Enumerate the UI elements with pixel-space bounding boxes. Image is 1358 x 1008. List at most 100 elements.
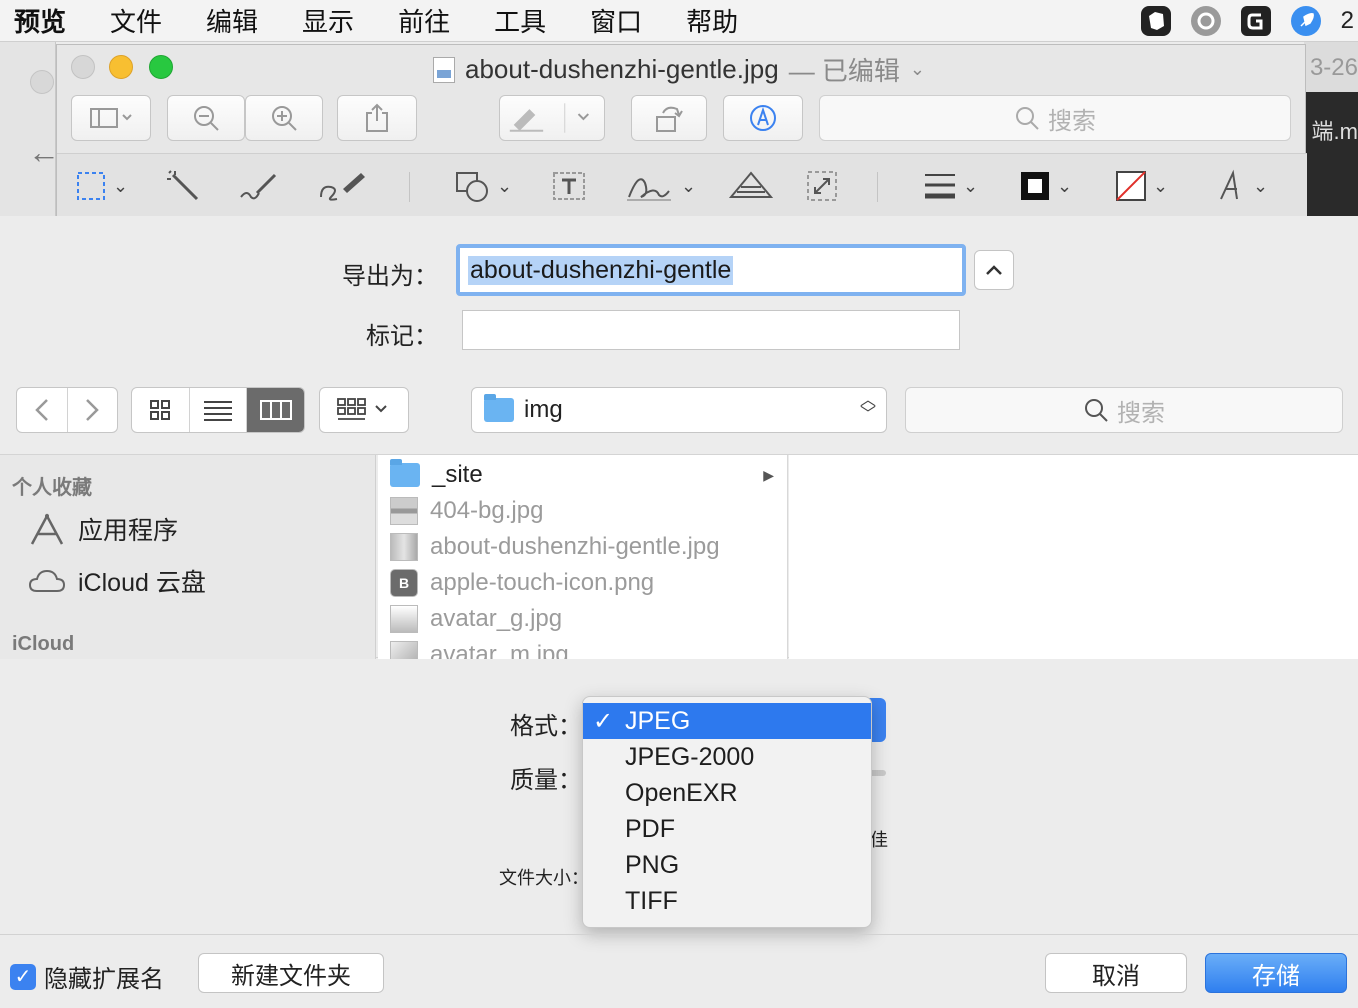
- draw-tool[interactable]: [317, 168, 369, 204]
- sidebar-item-label: 应用程序: [78, 517, 179, 545]
- text-box-icon: [553, 172, 585, 200]
- sidebar-item-icloud-drive[interactable]: iCloud 云盘: [28, 563, 206, 599]
- title-bar: about-dushenzhi-gentle.jpg — 已编辑 ⌄: [57, 45, 1305, 91]
- chevron-down-icon: ⌄: [681, 175, 697, 196]
- format-option-png[interactable]: PNG: [583, 847, 871, 883]
- image-thumbnail-icon: [390, 533, 418, 561]
- shapes-tool[interactable]: ⌄: [455, 168, 512, 204]
- file-name: apple-touch-icon.png: [430, 569, 655, 596]
- format-option-label: PNG: [625, 850, 680, 879]
- menu-app-preview[interactable]: 预览: [14, 2, 66, 39]
- instant-alpha-tool[interactable]: [165, 168, 201, 204]
- background-date-text: 3-26: [1309, 54, 1358, 81]
- save-button[interactable]: 存储: [1205, 953, 1347, 993]
- chevron-down-icon: ⌄: [963, 175, 979, 196]
- format-option-label: TIFF: [625, 886, 678, 915]
- rotate-button[interactable]: [631, 95, 707, 141]
- file-size-label: 文件大小：: [499, 868, 589, 888]
- chevron-down-icon: ⌄: [1253, 175, 1269, 196]
- format-option-tiff[interactable]: TIFF: [583, 883, 871, 919]
- evernote-icon[interactable]: [1140, 6, 1171, 36]
- folder-icon: [484, 394, 514, 422]
- hide-extension-label: 隐藏扩展名: [44, 966, 164, 993]
- g-icon[interactable]: [1240, 6, 1271, 36]
- fill-color-tool[interactable]: ⌄: [1115, 168, 1168, 204]
- menu-file[interactable]: 文件: [110, 2, 162, 39]
- checkmark-icon: ✓: [593, 707, 614, 735]
- expand-collapse-button[interactable]: [974, 250, 1014, 290]
- list-item: about-dushenzhi-gentle.jpg: [390, 529, 780, 565]
- format-option-pdf[interactable]: PDF: [583, 811, 871, 847]
- sidebar-item-applications[interactable]: 应用程序: [28, 511, 178, 547]
- line-style-tool[interactable]: ⌄: [923, 168, 978, 204]
- cancel-button[interactable]: 取消: [1045, 953, 1187, 993]
- menu-tools[interactable]: 工具: [494, 2, 546, 39]
- adjust-color-tool[interactable]: [729, 168, 775, 204]
- updown-chevron-icon: ︿ ﹀: [859, 392, 876, 423]
- zoom-button[interactable]: [149, 55, 173, 79]
- file-name: avatar_g.jpg: [430, 605, 563, 632]
- location-popup[interactable]: img ︿ ﹀: [471, 387, 887, 433]
- prism-icon: [729, 171, 774, 198]
- sheet-search-placeholder: 搜索: [1117, 399, 1165, 427]
- minimize-button[interactable]: [109, 55, 133, 79]
- list-item[interactable]: _site ▶: [390, 457, 780, 493]
- border-color-tool[interactable]: ⌄: [1019, 168, 1072, 204]
- arrange-group: [319, 387, 409, 433]
- applications-icon: [30, 513, 64, 545]
- share-button[interactable]: [337, 95, 417, 141]
- export-sheet: 导出为： about-dushenzhi-gentle 标记： img ︿ ﹀ …: [0, 216, 1358, 1008]
- file-column: _site ▶ 404-bg.jpg about-dushenzhi-gentl…: [378, 455, 788, 659]
- toolbar-search-placeholder: 搜索: [1048, 107, 1096, 135]
- menu-view[interactable]: 显示: [302, 2, 354, 39]
- export-filename-input[interactable]: about-dushenzhi-gentle: [456, 244, 966, 296]
- sheet-search-field[interactable]: 搜索: [905, 387, 1343, 433]
- menu-edit[interactable]: 编辑: [206, 2, 258, 39]
- rocket-icon[interactable]: [1290, 6, 1321, 36]
- close-button[interactable]: [71, 55, 95, 79]
- rect-selection-tool[interactable]: ⌄: [75, 168, 128, 204]
- hide-extension-checkbox[interactable]: ✓ 隐藏扩展名: [10, 959, 164, 994]
- arrange-button[interactable]: [320, 388, 408, 432]
- tags-input[interactable]: [462, 310, 960, 350]
- format-option-jpeg[interactable]: ✓ JPEG: [583, 703, 871, 739]
- format-dropdown-menu: ✓ JPEG JPEG-2000 OpenEXR PDF PNG TIFF: [582, 696, 872, 928]
- sketch-tool[interactable]: [237, 168, 279, 204]
- signature-tool[interactable]: ⌄: [625, 168, 696, 204]
- back-button[interactable]: [17, 388, 68, 432]
- format-option-jpeg-2000[interactable]: JPEG-2000: [583, 739, 871, 775]
- markup-toolbar-button[interactable]: [723, 95, 803, 141]
- chevron-down-icon: ⌄: [113, 175, 129, 196]
- highlight-button[interactable]: [499, 95, 605, 141]
- zoom-in-icon: [272, 106, 297, 131]
- rotate-icon: [656, 106, 683, 132]
- new-folder-button[interactable]: 新建文件夹: [198, 953, 384, 993]
- column-view-button[interactable]: [247, 388, 304, 432]
- disclosure-arrow-icon: ▶: [763, 466, 774, 483]
- toolbar-search-field[interactable]: 搜索: [819, 95, 1291, 141]
- window-title[interactable]: about-dushenzhi-gentle.jpg — 已编辑 ⌄: [433, 51, 925, 88]
- text-style-tool[interactable]: ⌄: [1215, 168, 1268, 204]
- list-item: avatar_m.jpg: [390, 637, 780, 659]
- grammarly-icon[interactable]: [1190, 6, 1221, 36]
- location-value: img: [524, 396, 563, 423]
- text-tool[interactable]: [551, 168, 587, 204]
- resize-tool[interactable]: [805, 168, 839, 204]
- icon-view-button[interactable]: [132, 388, 190, 432]
- quality-label: 质量：: [510, 767, 582, 794]
- zoom-out-button[interactable]: [167, 95, 245, 141]
- list-view-button[interactable]: [190, 388, 248, 432]
- sidebar-icon: [90, 108, 132, 128]
- view-mode-group: [131, 387, 305, 433]
- magic-wand-icon: [167, 170, 199, 201]
- image-thumbnail-icon: [390, 497, 418, 525]
- forward-button[interactable]: [68, 388, 118, 432]
- menu-go[interactable]: 前往: [398, 2, 450, 39]
- zoom-in-button[interactable]: [245, 95, 323, 141]
- chevron-down-icon: ⌄: [909, 59, 926, 79]
- menu-window[interactable]: 窗口: [590, 2, 642, 39]
- format-option-openexr[interactable]: OpenEXR: [583, 775, 871, 811]
- sidebar-toggle-button[interactable]: [71, 95, 151, 141]
- sketch-pen-icon: [240, 173, 277, 200]
- menu-help[interactable]: 帮助: [686, 2, 738, 39]
